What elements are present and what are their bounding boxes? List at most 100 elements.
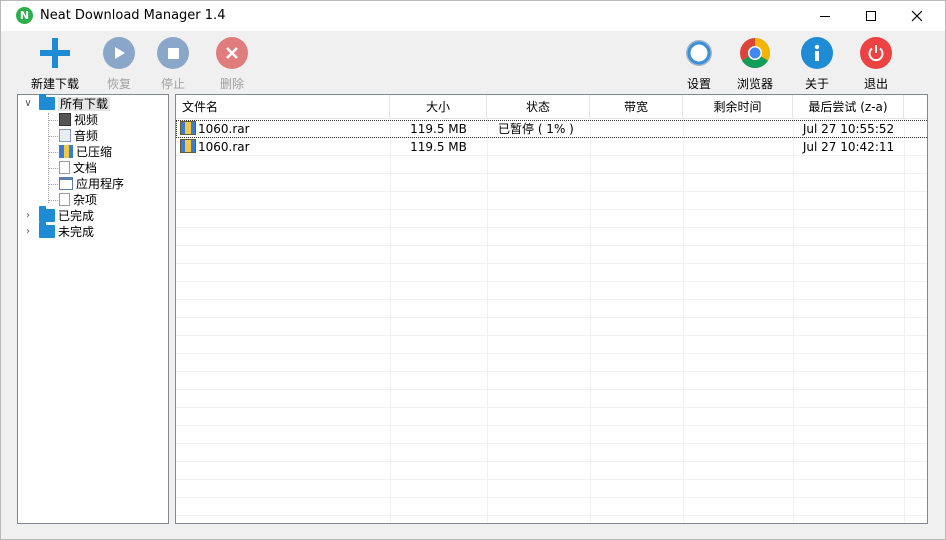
window-title: Neat Download Manager 1.4 — [40, 8, 226, 23]
tree-item-compressed[interactable]: 已压缩 — [59, 144, 112, 160]
settings-label: 设置 — [686, 77, 711, 91]
bandwidth-cell — [590, 138, 683, 156]
grid-line — [176, 335, 927, 336]
about-label: 关于 — [804, 77, 829, 91]
tree-item-label: 音频 — [74, 129, 99, 143]
new-download-button[interactable]: 新建下载 — [25, 35, 85, 91]
minimize-button[interactable] — [802, 1, 848, 31]
remaining-cell — [683, 138, 793, 156]
stop-icon — [157, 37, 189, 69]
toolbar: 新建下载 恢复 停止 删除 设置 浏览器 关于 退出 — [1, 31, 945, 93]
tree-item-label: 所有下载 — [58, 97, 111, 111]
last-try-cell: Jul 27 10:42:11 — [802, 140, 895, 154]
tree-connector — [48, 200, 58, 201]
play-icon — [103, 37, 135, 69]
settings-button[interactable]: 设置 — [669, 35, 729, 91]
tree-connector — [48, 152, 58, 153]
grid-line — [590, 119, 591, 523]
column-header-last-try[interactable]: 最后尝试 (z-a) — [793, 95, 904, 119]
stop-label: 停止 — [160, 77, 185, 91]
expand-chevron-icon[interactable]: › — [23, 208, 33, 224]
column-header-remaining[interactable]: 剩余时间 — [683, 95, 793, 119]
resume-button[interactable]: 恢复 — [89, 35, 149, 91]
column-header-bandwidth[interactable]: 带宽 — [590, 95, 683, 119]
app-logo-icon: N — [16, 7, 33, 24]
gear-icon — [686, 40, 712, 66]
grid-line — [176, 245, 927, 246]
tree-item-label: 已压缩 — [76, 145, 113, 159]
list-header: 文件名 大小 状态 带宽 剩余时间 最后尝试 (z-a) — [176, 95, 927, 119]
grid-line — [487, 119, 488, 523]
film-icon — [59, 113, 71, 126]
tree-item-video[interactable]: 视频 — [59, 112, 98, 128]
table-row[interactable]: 1060.rar 119.5 MB Jul 27 10:42:11 — [176, 138, 927, 156]
document-icon — [59, 161, 70, 174]
last-try-cell: Jul 27 10:55:52 — [802, 122, 895, 136]
grid-line — [176, 425, 927, 426]
tree-connector — [48, 113, 49, 203]
tree-item-audio[interactable]: 音频 — [59, 128, 98, 144]
grid-line — [176, 497, 927, 498]
info-icon — [801, 37, 833, 69]
filename-cell: 1060.rar — [180, 138, 250, 156]
blank-file-icon — [59, 193, 70, 206]
grid-line — [176, 479, 927, 480]
tree-item-documents[interactable]: 文档 — [59, 160, 97, 176]
browser-button[interactable]: 浏览器 — [725, 35, 785, 91]
grid-line — [176, 389, 927, 390]
column-header-size[interactable]: 大小 — [390, 95, 487, 119]
status-cell: 已暂停 ( 1% ) — [498, 122, 574, 136]
tree-item-label: 视频 — [74, 113, 99, 127]
resume-label: 恢复 — [106, 77, 131, 91]
grid-line — [176, 191, 927, 192]
about-button[interactable]: 关于 — [787, 35, 847, 91]
expand-chevron-icon[interactable]: › — [23, 224, 33, 240]
tree-item-label: 未完成 — [58, 225, 95, 239]
grid-line — [176, 209, 927, 210]
column-header-filename[interactable]: 文件名 — [176, 95, 390, 119]
rar-archive-icon — [180, 121, 196, 135]
grid-line — [176, 515, 927, 516]
tree-item-applications[interactable]: 应用程序 — [59, 176, 124, 192]
tree-connector — [48, 136, 58, 137]
tree-item-misc[interactable]: 杂项 — [59, 192, 97, 208]
remaining-cell — [683, 120, 793, 138]
music-note-icon — [59, 129, 71, 142]
close-button[interactable] — [894, 1, 940, 31]
tree-item-incomplete[interactable]: 未完成 — [39, 222, 95, 240]
power-icon — [860, 37, 892, 69]
grid-line — [176, 353, 927, 354]
grid-line — [683, 119, 684, 523]
grid-line — [176, 173, 927, 174]
grid-line — [176, 461, 927, 462]
bandwidth-cell — [590, 120, 683, 138]
tree-item-all-downloads[interactable]: 所有下载 — [39, 94, 111, 112]
size-cell: 119.5 MB — [410, 122, 467, 136]
close-icon — [911, 10, 923, 22]
table-row[interactable]: 1060.rar 119.5 MB 已暂停 ( 1% ) Jul 27 10:5… — [176, 120, 927, 138]
filename-text: 1060.rar — [198, 140, 250, 154]
grid-line — [390, 119, 391, 523]
tree-connector — [48, 168, 58, 169]
maximize-icon — [866, 11, 876, 21]
collapse-chevron-icon[interactable]: ∨ — [23, 96, 33, 112]
column-header-status[interactable]: 状态 — [487, 95, 590, 119]
grid-line — [176, 317, 927, 318]
grid-line — [176, 443, 927, 444]
tree-connector — [48, 184, 58, 185]
new-download-label: 新建下载 — [30, 77, 79, 91]
delete-button[interactable]: 删除 — [202, 35, 262, 91]
filename-text: 1060.rar — [198, 122, 250, 136]
delete-x-icon — [216, 37, 248, 69]
tree-item-completed[interactable]: 已完成 — [39, 206, 94, 224]
grid-line — [176, 227, 927, 228]
exit-button[interactable]: 退出 — [846, 35, 906, 91]
folder-icon — [39, 222, 55, 238]
stop-button[interactable]: 停止 — [143, 35, 203, 91]
grid-line — [176, 371, 927, 372]
title-bar: N Neat Download Manager 1.4 — [1, 1, 945, 31]
application-window-icon — [59, 177, 73, 190]
maximize-button[interactable] — [848, 1, 894, 31]
browser-label: 浏览器 — [736, 77, 773, 91]
grid-line — [176, 281, 927, 282]
